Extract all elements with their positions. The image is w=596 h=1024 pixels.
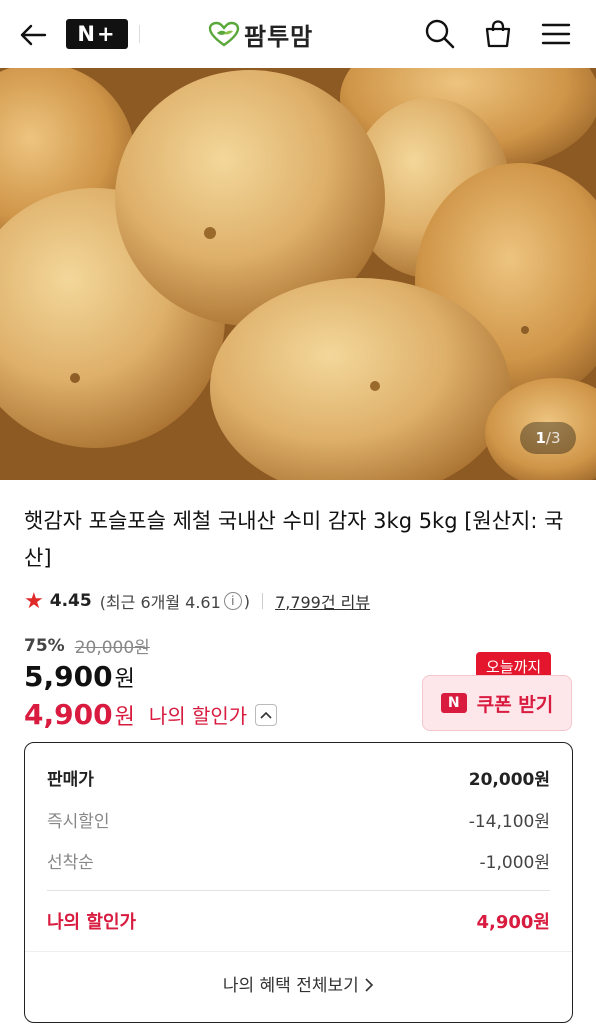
breakdown-value: 20,000원 <box>468 770 550 790</box>
breakdown-row-instant-discount: 즉시할인 -14,100원 <box>47 807 550 832</box>
star-icon: ★ <box>24 588 44 614</box>
breakdown-row-first-come: 선착순 -1,000원 <box>47 848 550 873</box>
breakdown-label: 판매가 <box>47 770 94 790</box>
image-pager: 1 / 3 <box>520 422 576 454</box>
rating-divider <box>262 593 264 609</box>
my-price-label: 나의 할인가 <box>148 704 248 728</box>
logo-heart-icon <box>208 21 240 47</box>
discount-percent: 75% <box>24 635 65 656</box>
breakdown-value: -14,100원 <box>468 812 550 832</box>
logo-text: 팜투맘 <box>244 22 314 51</box>
review-count-link[interactable]: 7,799건 리뷰 <box>275 589 370 613</box>
search-icon[interactable] <box>422 16 458 52</box>
product-image[interactable]: 1 / 3 <box>0 68 596 480</box>
rating-recent-close: ) <box>243 591 251 611</box>
view-all-benefits-link[interactable]: 나의 혜택 전체보기 <box>25 971 572 996</box>
store-logo[interactable]: 팜투맘 <box>208 17 313 51</box>
my-price-value: 4,900 <box>24 698 113 731</box>
rating-recent: (최근 6개월 4.61 <box>99 593 221 612</box>
header-divider <box>139 25 140 43</box>
cart-icon[interactable] <box>480 16 516 52</box>
breakdown-total-value: 4,900원 <box>476 912 551 933</box>
breakdown-total-label: 나의 할인가 <box>47 912 137 933</box>
sale-price: 5,900원 <box>24 660 135 693</box>
naver-n-icon: N <box>440 693 467 713</box>
sale-price-unit: 원 <box>114 667 135 692</box>
breakdown-label: 즉시할인 <box>47 812 110 832</box>
chevron-right-icon <box>364 976 374 996</box>
product-title: 햇감자 포슬포슬 제철 국내산 수미 감자 3kg 5kg [원산지: 국산] <box>24 509 564 570</box>
my-price-unit: 원 <box>114 704 135 730</box>
breakdown-value: -1,000원 <box>479 853 550 873</box>
breakdown-row-total: 나의 할인가 4,900원 <box>47 908 550 934</box>
menu-icon[interactable] <box>538 16 574 52</box>
top-app-bar: N+ 팜투맘 <box>0 0 596 68</box>
breakdown-divider <box>47 890 550 891</box>
price-breakdown-card: 판매가 20,000원 즉시할인 -14,100원 선착순 -1,000원 나의… <box>24 742 573 1023</box>
breakdown-row-list-price: 판매가 20,000원 <box>47 765 550 790</box>
rating-row: ★ 4.45 (최근 6개월 4.61 i ) 7,799건 리뷰 <box>24 588 370 614</box>
rating-score: 4.45 <box>49 591 92 611</box>
back-arrow-icon[interactable] <box>16 18 50 52</box>
breakdown-label: 선착순 <box>47 853 94 873</box>
pager-total: 3 <box>550 429 561 447</box>
info-icon[interactable]: i <box>223 592 242 610</box>
discount-row: 75% 20,000원 <box>24 633 150 659</box>
coupon-button[interactable]: N 쿠폰 받기 <box>422 675 572 731</box>
pager-current: 1 <box>535 429 546 447</box>
breakdown-divider-2 <box>25 951 572 952</box>
view-all-benefits-label: 나의 혜택 전체보기 <box>222 976 359 996</box>
my-price-row: 4,900 원 나의 할인가 <box>24 698 278 731</box>
chevron-up-icon[interactable] <box>255 703 278 726</box>
coupon-button-label: 쿠폰 받기 <box>476 693 554 716</box>
original-price: 20,000원 <box>74 638 150 658</box>
naver-plus-badge[interactable]: N+ <box>66 19 128 49</box>
sale-price-value: 5,900 <box>24 660 113 693</box>
